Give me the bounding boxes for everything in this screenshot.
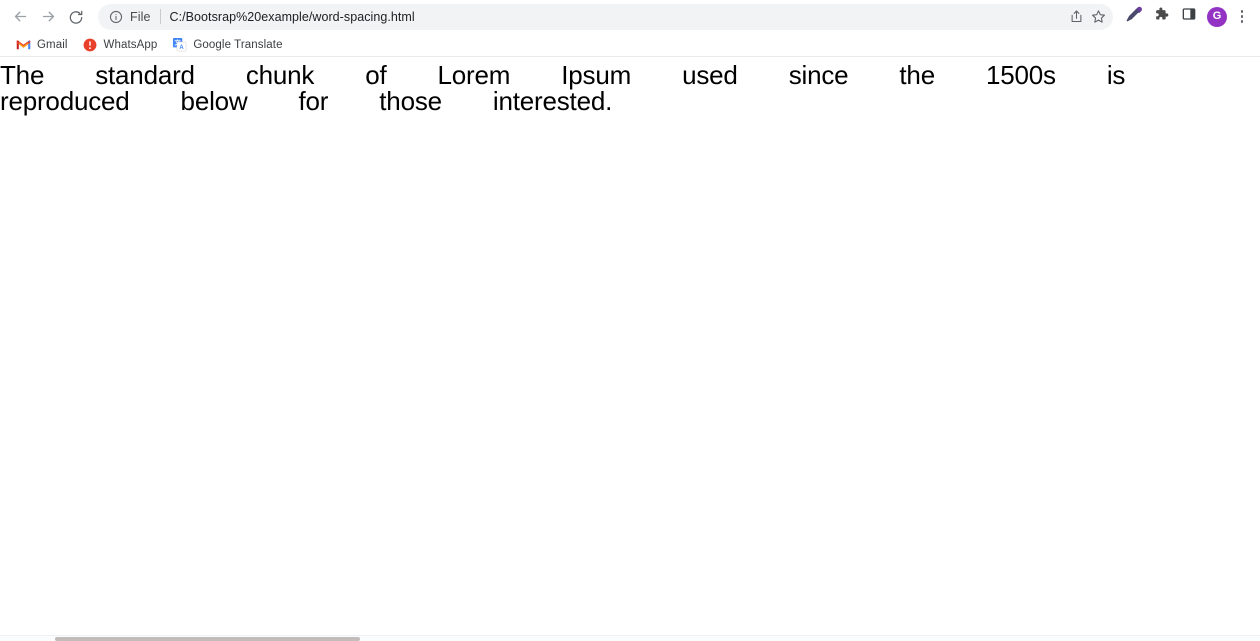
svg-text:A: A	[179, 45, 184, 51]
extensions-button[interactable]	[1148, 4, 1174, 30]
page-content: The standard chunk of Lorem Ipsum used s…	[0, 57, 1260, 641]
share-icon[interactable]	[1065, 6, 1087, 28]
gmail-icon	[15, 37, 31, 53]
bookmark-gmail[interactable]: Gmail	[8, 35, 75, 55]
side-panel-icon	[1181, 6, 1197, 27]
eyedropper-icon	[1125, 6, 1142, 28]
info-circle-icon[interactable]	[108, 9, 124, 25]
browser-toolbar: File C:/Bootsrap%20example/word-spacing.…	[0, 0, 1260, 33]
forward-button[interactable]	[34, 3, 62, 31]
reload-button[interactable]	[62, 3, 90, 31]
url-scheme-label: File	[130, 9, 151, 24]
bookmark-whatsapp[interactable]: WhatsApp	[75, 35, 165, 55]
bookmark-label: Google Translate	[193, 38, 283, 51]
browser-window: File C:/Bootsrap%20example/word-spacing.…	[0, 0, 1260, 641]
address-bar[interactable]: File C:/Bootsrap%20example/word-spacing.…	[98, 3, 1113, 30]
url-text[interactable]: C:/Bootsrap%20example/word-spacing.html	[170, 10, 1065, 24]
reload-icon	[68, 9, 84, 25]
bookmark-google-translate[interactable]: 文 A Google Translate	[164, 35, 289, 55]
bookmark-label: WhatsApp	[103, 38, 158, 51]
eyedropper-button[interactable]	[1120, 4, 1146, 30]
word-spacing-paragraph: The standard chunk of Lorem Ipsum used s…	[0, 60, 1126, 116]
three-dot-menu-icon[interactable]	[1232, 4, 1252, 30]
bookmarks-bar: Gmail WhatsApp 文 A Google T	[0, 33, 1260, 57]
extensions-icon	[1153, 6, 1169, 27]
horizontal-scrollbar[interactable]	[0, 635, 1260, 641]
side-panel-button[interactable]	[1176, 4, 1202, 30]
omnibox-separator	[159, 9, 161, 24]
whatsapp-icon	[82, 37, 98, 53]
back-button[interactable]	[6, 3, 34, 31]
horizontal-scrollbar-thumb[interactable]	[55, 637, 360, 641]
bookmark-label: Gmail	[37, 38, 68, 51]
forward-arrow-icon	[40, 8, 57, 25]
back-arrow-icon	[12, 8, 29, 25]
google-translate-icon: 文 A	[171, 37, 187, 53]
star-icon[interactable]	[1087, 6, 1109, 28]
avatar[interactable]: G	[1207, 6, 1227, 27]
